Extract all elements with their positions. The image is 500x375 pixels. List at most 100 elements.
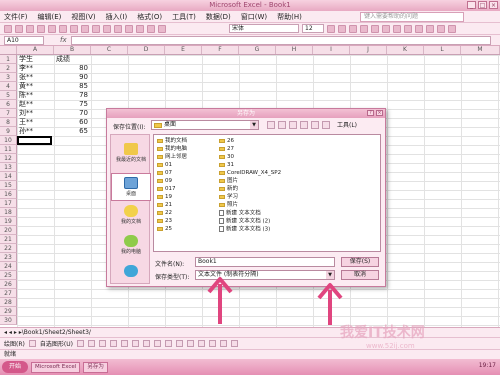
draw-menu[interactable]: 绘图(R) xyxy=(4,339,25,348)
picture-icon[interactable] xyxy=(153,340,161,347)
column-header[interactable]: D xyxy=(128,46,165,54)
row-header[interactable]: 11 xyxy=(0,145,17,154)
place-network[interactable] xyxy=(111,265,151,278)
currency-icon[interactable] xyxy=(404,24,412,33)
cell-b1[interactable]: 成绩 xyxy=(56,55,70,64)
column-header[interactable]: J xyxy=(350,46,387,54)
menu-window[interactable]: 窗口(W) xyxy=(241,12,267,22)
row-header[interactable]: 28 xyxy=(0,298,17,307)
up-folder-icon[interactable] xyxy=(278,120,286,129)
row-header[interactable]: 15 xyxy=(0,181,17,190)
align-center-icon[interactable] xyxy=(371,24,379,33)
clipart-icon[interactable] xyxy=(142,340,150,347)
active-cell-a10[interactable] xyxy=(17,136,52,145)
list-item[interactable]: 30 xyxy=(219,154,234,160)
cell-score[interactable]: 80 xyxy=(54,64,88,73)
borders-icon[interactable] xyxy=(426,24,434,33)
sum-icon[interactable] xyxy=(125,24,133,33)
wordart-icon[interactable] xyxy=(131,340,139,347)
row-header[interactable]: 18 xyxy=(0,208,17,217)
row-header[interactable]: 27 xyxy=(0,289,17,298)
cell-name[interactable]: 黄** xyxy=(19,82,33,91)
list-item[interactable]: 我的电脑 xyxy=(157,146,187,152)
rectangle-icon[interactable] xyxy=(98,340,106,347)
font-color-icon[interactable] xyxy=(448,24,456,33)
list-item[interactable]: 新建 文本文档 (2) xyxy=(219,218,270,225)
list-item[interactable]: 新建 文本文档 xyxy=(219,210,261,217)
cut-icon[interactable] xyxy=(70,24,78,33)
row-header[interactable]: 16 xyxy=(0,190,17,199)
new-folder-icon[interactable] xyxy=(311,120,319,129)
copy-icon[interactable] xyxy=(81,24,89,33)
list-item[interactable]: 017 xyxy=(157,186,176,192)
row-header[interactable]: 3 xyxy=(0,73,17,82)
list-item[interactable]: 新建 文本文档 (3) xyxy=(219,226,270,233)
list-item[interactable]: 26 xyxy=(219,138,234,144)
new-icon[interactable] xyxy=(4,24,12,33)
menu-view[interactable]: 视图(V) xyxy=(71,12,95,22)
list-item[interactable]: 新的 xyxy=(219,186,238,192)
line-color-icon[interactable] xyxy=(175,340,183,347)
row-header[interactable]: 23 xyxy=(0,253,17,262)
cancel-button[interactable]: 取消 xyxy=(341,270,379,280)
list-item[interactable]: 学习 xyxy=(219,194,238,200)
column-header[interactable]: E xyxy=(165,46,202,54)
menu-tools[interactable]: 工具(T) xyxy=(172,12,196,22)
save-icon[interactable] xyxy=(26,24,34,33)
start-button[interactable]: 开始 xyxy=(2,361,28,373)
column-header[interactable]: B xyxy=(54,46,91,54)
list-item[interactable]: 图片 xyxy=(219,178,238,184)
dash-style-icon[interactable] xyxy=(208,340,216,347)
filename-input[interactable]: Book1 xyxy=(195,257,335,267)
formula-input[interactable] xyxy=(70,35,491,45)
preview-icon[interactable] xyxy=(48,24,56,33)
row-header[interactable]: 30 xyxy=(0,316,17,325)
list-item[interactable]: 25 xyxy=(157,226,172,232)
column-header[interactable]: M xyxy=(461,46,500,54)
cell-name[interactable]: 张** xyxy=(19,73,33,82)
list-item[interactable]: 09 xyxy=(157,178,172,184)
column-header[interactable]: H xyxy=(276,46,313,54)
list-item[interactable]: 照片 xyxy=(219,202,238,208)
line-style-icon[interactable] xyxy=(197,340,205,347)
list-item[interactable]: 07 xyxy=(157,170,172,176)
textbox-icon[interactable] xyxy=(120,340,128,347)
save-in-select[interactable]: 桌面 ▼ xyxy=(151,120,259,130)
cell-score[interactable]: 78 xyxy=(54,91,88,100)
menu-data[interactable]: 数据(D) xyxy=(206,12,231,22)
row-header[interactable]: 25 xyxy=(0,271,17,280)
merge-icon[interactable] xyxy=(393,24,401,33)
menu-insert[interactable]: 插入(I) xyxy=(106,12,128,22)
arrow-icon[interactable] xyxy=(87,340,95,347)
font-size-select[interactable]: 12 xyxy=(302,24,324,33)
cell-name[interactable]: 赵** xyxy=(19,100,33,109)
column-header[interactable]: L xyxy=(424,46,461,54)
align-left-icon[interactable] xyxy=(360,24,368,33)
row-header[interactable]: 19 xyxy=(0,217,17,226)
zoom-icon[interactable] xyxy=(158,24,166,33)
list-item[interactable]: 01 xyxy=(157,162,172,168)
column-header[interactable]: K xyxy=(387,46,424,54)
maximize-icon[interactable]: □ xyxy=(478,1,487,9)
list-item[interactable]: 23 xyxy=(157,218,172,224)
list-item[interactable]: 21 xyxy=(157,202,172,208)
list-item[interactable]: 27 xyxy=(219,146,234,152)
row-header[interactable]: 2 xyxy=(0,64,17,73)
row-header[interactable]: 13 xyxy=(0,163,17,172)
row-header[interactable]: 7 xyxy=(0,109,17,118)
shadow-icon[interactable] xyxy=(219,340,227,347)
cell-score[interactable]: 60 xyxy=(54,118,88,127)
cell-score[interactable]: 90 xyxy=(54,73,88,82)
oval-icon[interactable] xyxy=(109,340,117,347)
paste-icon[interactable] xyxy=(92,24,100,33)
row-header[interactable]: 6 xyxy=(0,100,17,109)
list-item[interactable]: CorelDRAW_X4_SP2 xyxy=(219,170,281,176)
cell-name[interactable]: 王** xyxy=(19,118,33,127)
chevron-down-icon[interactable]: ▼ xyxy=(250,121,258,129)
row-header[interactable]: 4 xyxy=(0,82,17,91)
row-header[interactable]: 22 xyxy=(0,244,17,253)
column-header[interactable]: C xyxy=(91,46,128,54)
cell-score[interactable]: 75 xyxy=(54,100,88,109)
row-header[interactable]: 21 xyxy=(0,235,17,244)
task-excel[interactable]: Microsoft Excel xyxy=(31,361,81,373)
